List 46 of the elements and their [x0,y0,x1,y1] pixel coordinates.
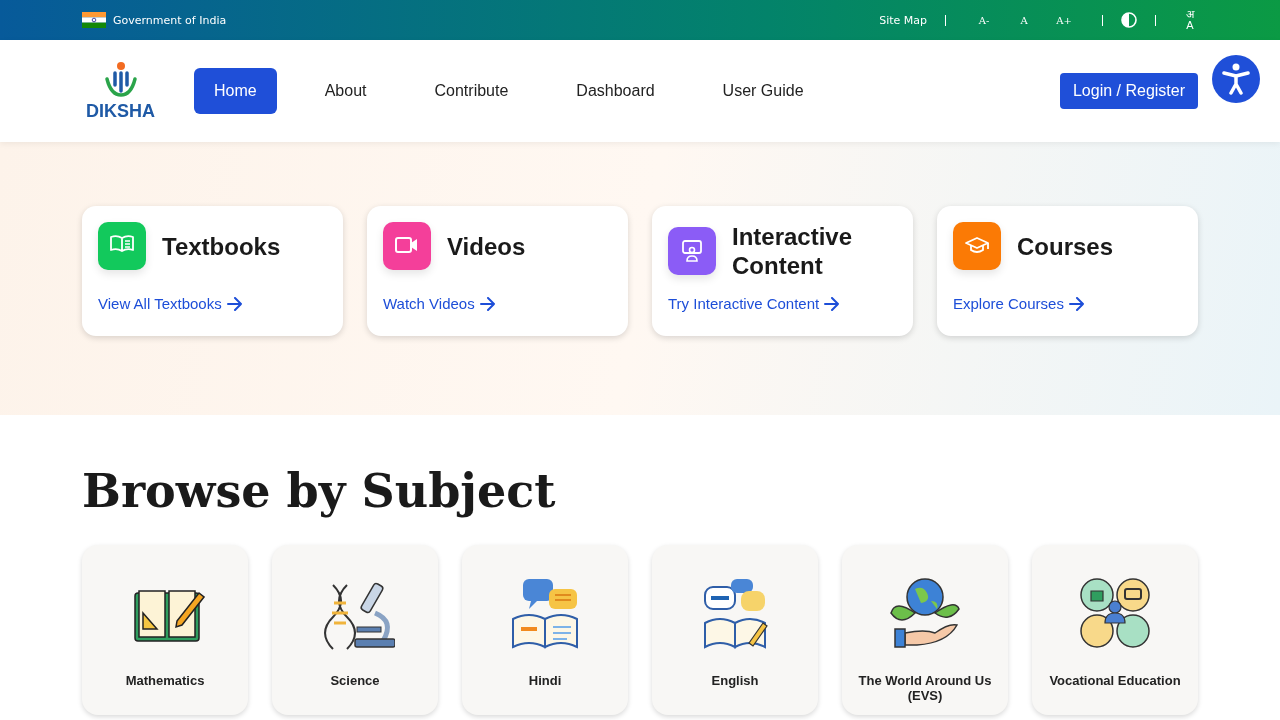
card-title: Interactive Content [732,222,854,280]
card-link[interactable]: Try Interactive Content [668,295,897,320]
font-size-button[interactable]: A- [964,14,1004,26]
subject-name: Vocational Education [1048,673,1182,688]
card-title: Videos [447,231,526,261]
nav-tab[interactable]: Contribute [414,68,529,114]
logo-text: DIKSHA [86,100,155,122]
accessibility-icon [1222,63,1250,95]
card-link[interactable]: Watch Videos [383,295,612,320]
feature-card[interactable]: Textbooks View All Textbooks [82,206,343,336]
arrow-right-icon [1068,296,1085,311]
subject-name: The World Around Us (EVS) [857,673,993,703]
subject-card[interactable]: Hindi [462,545,628,715]
subject-card[interactable]: The World Around Us (EVS) [842,545,1008,715]
login-button[interactable]: Login / Register [1059,73,1198,109]
card-link[interactable]: View All Textbooks [98,295,327,320]
arrow-right-icon [824,296,841,311]
card-title: Textbooks [162,231,281,261]
font-size-button[interactable]: A+ [1044,14,1084,26]
card-link[interactable]: Explore Courses [953,295,1182,320]
arrow-right-icon [479,296,496,311]
subject-name: Science [329,673,381,688]
section-heading: Browse by Subject [82,463,557,520]
nav-tab[interactable]: Home [194,68,277,114]
india-flag-icon [82,12,106,28]
feature-card[interactable]: Courses Explore Courses [937,206,1198,336]
subject-card[interactable]: Vocational Education [1032,545,1198,715]
arrow-right-icon [226,296,243,311]
accessibility-button[interactable] [1212,55,1260,103]
subject-card[interactable]: English [652,545,818,715]
subject-card[interactable]: Mathematics [82,545,248,715]
subject-name: English [710,673,760,688]
subject-name: Mathematics [124,673,206,688]
nav-tab[interactable]: About [304,68,387,114]
language-toggle[interactable]: अ A [1186,9,1194,31]
nav-tab[interactable]: User Guide [702,68,824,114]
government-label: Government of India [113,13,227,27]
feature-card[interactable]: Interactive Content Try Interactive Content [652,206,913,336]
card-title: Courses [1017,231,1114,261]
font-size-button[interactable]: A [1004,14,1044,26]
site-map-link[interactable]: Site Map [879,13,927,27]
subject-name: Hindi [527,673,563,688]
subject-card[interactable]: Science [272,545,438,715]
nav-tab[interactable]: Dashboard [556,68,675,114]
feature-card[interactable]: Videos Watch Videos [367,206,628,336]
contrast-icon [1121,12,1137,28]
